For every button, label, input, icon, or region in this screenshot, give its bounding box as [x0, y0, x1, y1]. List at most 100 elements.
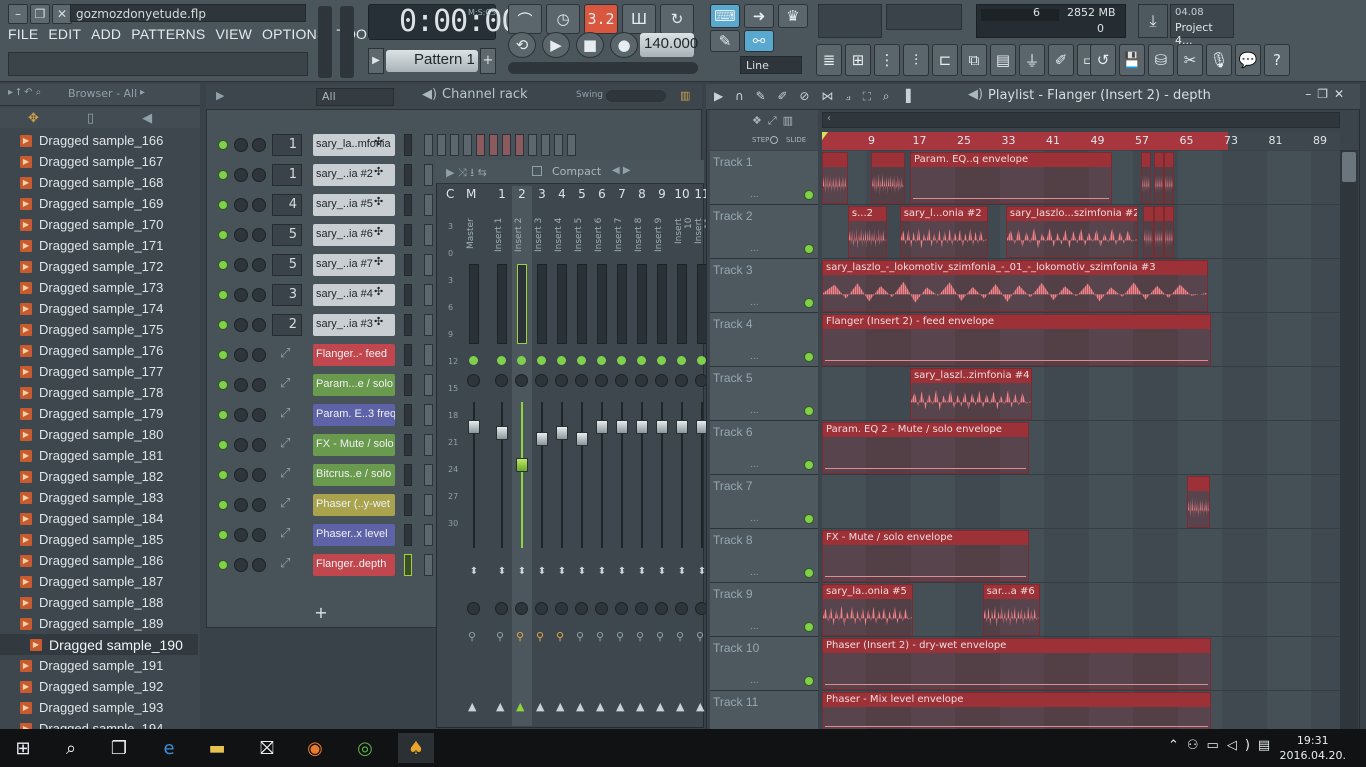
mixer-stereo-icon[interactable]: ⬍	[616, 566, 628, 578]
channel-select-toggle[interactable]	[404, 404, 412, 426]
track-header[interactable]: Track 10...	[710, 637, 818, 691]
channel-select-toggle[interactable]	[404, 554, 412, 576]
mixer-track-led[interactable]	[577, 356, 586, 365]
channel-pan-knob[interactable]	[234, 528, 248, 542]
mixer-track-led[interactable]	[597, 356, 606, 365]
track-header[interactable]: Track 3...	[710, 259, 818, 313]
mixer-volume-fader[interactable]	[656, 420, 668, 434]
channel-mute-led[interactable]	[218, 320, 228, 330]
channel-select-toggle[interactable]	[404, 284, 412, 306]
mixer-track-led[interactable]	[637, 356, 646, 365]
automation-clip[interactable]: FX - Mute / solo envelope	[822, 530, 1030, 582]
browser-tab-speaker-icon[interactable]: ◀	[142, 111, 152, 126]
channel-pan-knob[interactable]	[234, 408, 248, 422]
mixer-track-led[interactable]	[697, 356, 706, 365]
link-icon[interactable]: ⚯	[744, 30, 774, 52]
channel-volume-knob[interactable]	[252, 498, 266, 512]
chrome-icon[interactable]: ◎	[350, 733, 380, 763]
mixer-pan-knob[interactable]	[635, 374, 648, 387]
song-position-slider[interactable]	[508, 62, 698, 74]
channel-volume-knob[interactable]	[252, 438, 266, 452]
swing-slider[interactable]	[606, 90, 666, 102]
audio-clip[interactable]	[822, 152, 848, 204]
mixer-route-icon[interactable]: ▲	[536, 700, 544, 713]
browser-item[interactable]: ▶ Dragged sample_174	[0, 298, 198, 319]
play-icon[interactable]: ▶	[542, 32, 570, 58]
channel-select-toggle[interactable]	[404, 134, 412, 156]
channel-name-button[interactable]: Phaser..x level	[313, 524, 395, 546]
mixer-volume-fader[interactable]	[636, 420, 648, 434]
browser-item[interactable]: ▶ Dragged sample_175	[0, 319, 198, 340]
playlist-window-icon[interactable]: ≣	[816, 44, 842, 76]
browser-item[interactable]: ▶ Dragged sample_188	[0, 592, 198, 613]
track-header[interactable]: Track 9...	[710, 583, 818, 637]
step-button[interactable]	[424, 404, 433, 426]
track-header[interactable]: Track 5...	[710, 367, 818, 421]
edge-browser-icon[interactable]: e	[154, 733, 184, 763]
mixer-route-icon[interactable]: ▲	[636, 700, 644, 713]
channel-select-toggle[interactable]	[404, 314, 412, 336]
channel-pan-knob[interactable]	[234, 438, 248, 452]
minimize-icon[interactable]: –	[8, 4, 28, 24]
mixer-stereo-icon[interactable]: ⬍	[576, 566, 588, 578]
menu-edit[interactable]: EDIT	[48, 26, 81, 46]
track-mute-led[interactable]	[804, 352, 814, 362]
channel-select-toggle[interactable]	[404, 344, 412, 366]
mixer-fx-icon[interactable]: ⚲	[596, 630, 604, 643]
step-button[interactable]	[424, 464, 433, 486]
playlist-vertical-scroll[interactable]	[1340, 150, 1358, 730]
mixer-track-led[interactable]	[469, 356, 478, 365]
snap-selector[interactable]: Line	[740, 56, 802, 74]
channel-mixer-track[interactable]: 3	[272, 284, 302, 306]
mixer-send-knob[interactable]	[615, 602, 628, 615]
mixer-pan-knob[interactable]	[515, 374, 528, 387]
step-button[interactable]	[424, 554, 433, 576]
mixer-pan-knob[interactable]	[535, 374, 548, 387]
mixer-route-icon[interactable]: ▲	[616, 700, 624, 713]
loop-record-icon[interactable]: ↻	[660, 4, 694, 34]
channel-volume-knob[interactable]	[252, 198, 266, 212]
compact-view-icon[interactable]	[532, 166, 542, 176]
channel-rack-menu-icon[interactable]: ▶	[216, 89, 224, 102]
track-header[interactable]: Track 8...	[710, 529, 818, 583]
mixer-fx-icon[interactable]: ⚲	[696, 630, 704, 643]
channel-name-button[interactable]: Param...e / solo	[313, 374, 395, 396]
channel-select-toggle[interactable]	[404, 254, 412, 276]
mixer-route-icon[interactable]: ▲	[676, 700, 684, 713]
channel-volume-knob[interactable]	[252, 168, 266, 182]
channel-select-toggle[interactable]	[404, 434, 412, 456]
track-mute-led[interactable]	[804, 298, 814, 308]
mixer-stereo-icon[interactable]: ⬍	[516, 566, 528, 578]
channel-volume-knob[interactable]	[252, 348, 266, 362]
plugin-picker-icon[interactable]: ⧉	[961, 44, 987, 76]
browser-item[interactable]: ▶ Dragged sample_171	[0, 235, 198, 256]
tempo-display[interactable]: 140.000	[640, 33, 698, 57]
browser-tree-icon[interactable]: ⊏	[932, 44, 958, 76]
mixer-pan-knob[interactable]	[595, 374, 608, 387]
channel-mixer-track[interactable]: 1	[272, 164, 302, 186]
browser-item[interactable]: ▶ Dragged sample_180	[0, 424, 198, 445]
render-icon[interactable]: ⛁	[1148, 44, 1174, 76]
channel-mute-led[interactable]	[218, 170, 228, 180]
automation-clip[interactable]: Param. EQ 2 - Mute / solo envelope	[822, 422, 1030, 474]
step-indicator[interactable]: 3.2	[584, 4, 618, 34]
pencil-icon[interactable]: ✎	[710, 30, 740, 52]
audio-clip[interactable]	[871, 152, 905, 204]
channel-pan-knob[interactable]	[234, 228, 248, 242]
audio-clip[interactable]	[1153, 206, 1164, 258]
channel-pan-knob[interactable]	[234, 348, 248, 362]
channel-mixer-track[interactable]: 2	[272, 314, 302, 336]
channel-name-button[interactable]: FX - Mute / solo	[313, 434, 395, 456]
track-mute-led[interactable]	[804, 460, 814, 470]
channel-volume-knob[interactable]	[252, 408, 266, 422]
mixer-arrows-icon[interactable]: ◀ ▶	[612, 165, 631, 176]
mixer-stereo-icon[interactable]: ⬍	[496, 566, 508, 578]
step-button[interactable]	[541, 134, 550, 156]
mixer-fx-icon[interactable]: ⚲	[636, 630, 644, 643]
browser-item[interactable]: ▶ Dragged sample_191	[0, 655, 198, 676]
track-header[interactable]: Track 4...	[710, 313, 818, 367]
track-mute-led[interactable]	[804, 676, 814, 686]
fl-studio-icon[interactable]: ♠	[398, 733, 434, 763]
track-mute-led[interactable]	[804, 244, 814, 254]
automation-clip[interactable]: Phaser - Mix level envelope	[822, 692, 1211, 732]
